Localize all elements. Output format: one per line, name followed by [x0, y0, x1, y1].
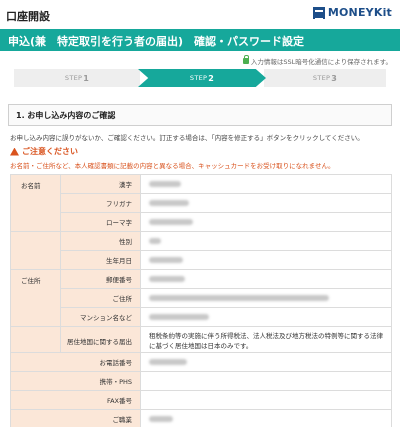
mobile-value [140, 371, 392, 391]
step-2-label: STEP [189, 74, 208, 82]
logo-text: MONEYKit [327, 6, 392, 19]
mobile-label: 携帯・PHS [10, 371, 141, 391]
furigana-value [140, 193, 392, 213]
redacted-value [149, 181, 181, 187]
romaji-label: ローマ字 [60, 212, 141, 232]
ssl-note: 入力情報はSSL暗号化通信により保存されます。 [242, 55, 392, 66]
contact-info-table: お電話番号 携帯・PHS FAX番号 ご職業 [10, 352, 392, 427]
brand-logo[interactable]: MONEYKit [312, 6, 392, 20]
ssl-note-text: 入力情報はSSL暗号化通信により保存されます。 [250, 58, 392, 66]
lock-icon [242, 55, 249, 64]
birthdate-value [140, 250, 392, 270]
top-header: 口座開設 MONEYKit [0, 0, 400, 28]
caution-text: お名前・ご住所など、本人確認書類に記載の内容と異なる場合、キャッシュカードをお受… [10, 162, 335, 170]
gender-label: 性別 [60, 231, 141, 251]
form-title-bar: 申込(兼 特定取引を行う者の届出) 確認・パスワード設定 [0, 29, 400, 51]
romaji-value [140, 212, 392, 232]
address-category-label: ご住所 [10, 269, 61, 327]
table-row: 生年月日 [10, 250, 392, 270]
table-row: FAX番号 [10, 390, 392, 410]
empty-category [10, 326, 61, 355]
step-2-number: 2 [208, 73, 215, 83]
redacted-value [149, 200, 189, 206]
furigana-label: フリガナ [60, 193, 141, 213]
section-title: 1. お申し込み内容のご確認 [16, 111, 116, 120]
redacted-value [149, 416, 173, 422]
building-value [140, 307, 392, 327]
intro-text: お申し込み内容に誤りがないか、ご確認ください。訂正する場合は、「内容を修正する」… [10, 134, 364, 142]
redacted-value [149, 314, 209, 320]
table-row: ローマ字 [11, 212, 392, 232]
building-label: マンション名など [60, 307, 141, 327]
table-row: マンション名など [11, 307, 392, 327]
redacted-value [149, 219, 193, 225]
step-1-number: 1 [83, 73, 90, 83]
redacted-value [149, 276, 185, 282]
name-category-label: お名前 [10, 174, 61, 232]
warning-icon [10, 147, 19, 156]
redacted-value [149, 238, 161, 244]
table-row: お名前 漢字 [10, 174, 392, 232]
residence-note: 租税条約等の実施に伴う所得税法、法人税法及び地方税法の特例等に関する法律に基づく… [140, 326, 392, 355]
form-title: 申込(兼 特定取引を行う者の届出) 確認・パスワード設定 [8, 35, 305, 48]
address-label: ご住所 [60, 288, 141, 308]
table-row: フリガナ [11, 193, 392, 213]
phone-label: お電話番号 [10, 352, 141, 372]
postal-label: 郵便番号 [60, 269, 141, 289]
residence-label: 居住地国に関する届出 [60, 326, 141, 355]
section-heading: 1. お申し込み内容のご確認 [8, 104, 392, 126]
gender-value [140, 231, 392, 251]
moneykit-logo-icon [312, 6, 325, 20]
kanji-value [140, 174, 392, 194]
step-3: STEP 3 [264, 69, 386, 87]
step-3-label: STEP [312, 74, 331, 82]
fax-label: FAX番号 [10, 390, 141, 410]
page-title: 口座開設 [6, 10, 50, 23]
birthdate-label: 生年月日 [60, 250, 141, 270]
redacted-value [149, 359, 187, 365]
step-progress: STEP 1 STEP 3 STEP 2 [14, 69, 386, 87]
empty-category [10, 250, 61, 270]
table-row: ご職業 [10, 409, 392, 427]
step-1: STEP 1 [14, 69, 140, 87]
table-row: お電話番号 [10, 352, 392, 372]
applicant-info-table: お名前 漢字 フリガナ ローマ字 性別 生年月日 ご住所 郵便番号 ご住所 マン… [10, 174, 392, 355]
fax-value [140, 390, 392, 410]
caution-heading: ご注意ください [10, 146, 78, 157]
kanji-label: 漢字 [60, 174, 141, 194]
phone-value [140, 352, 392, 372]
table-row: ご住所 郵便番号 [10, 269, 392, 327]
redacted-value [149, 295, 329, 301]
empty-category [10, 231, 61, 251]
occupation-value [140, 409, 392, 427]
caution-title-text: ご注意ください [22, 147, 78, 156]
step-2-active: STEP 2 [138, 69, 266, 87]
table-row: ご住所 [11, 288, 392, 308]
table-row: 携帯・PHS [10, 371, 392, 391]
address-value [140, 288, 392, 308]
step-3-number: 3 [331, 73, 338, 83]
postal-value [140, 269, 392, 289]
redacted-value [149, 257, 183, 263]
occupation-label: ご職業 [10, 409, 141, 427]
table-row: 性別 [10, 231, 392, 251]
step-1-label: STEP [64, 74, 83, 82]
table-row: 居住地国に関する届出 租税条約等の実施に伴う所得税法、法人税法及び地方税法の特例… [10, 326, 392, 355]
